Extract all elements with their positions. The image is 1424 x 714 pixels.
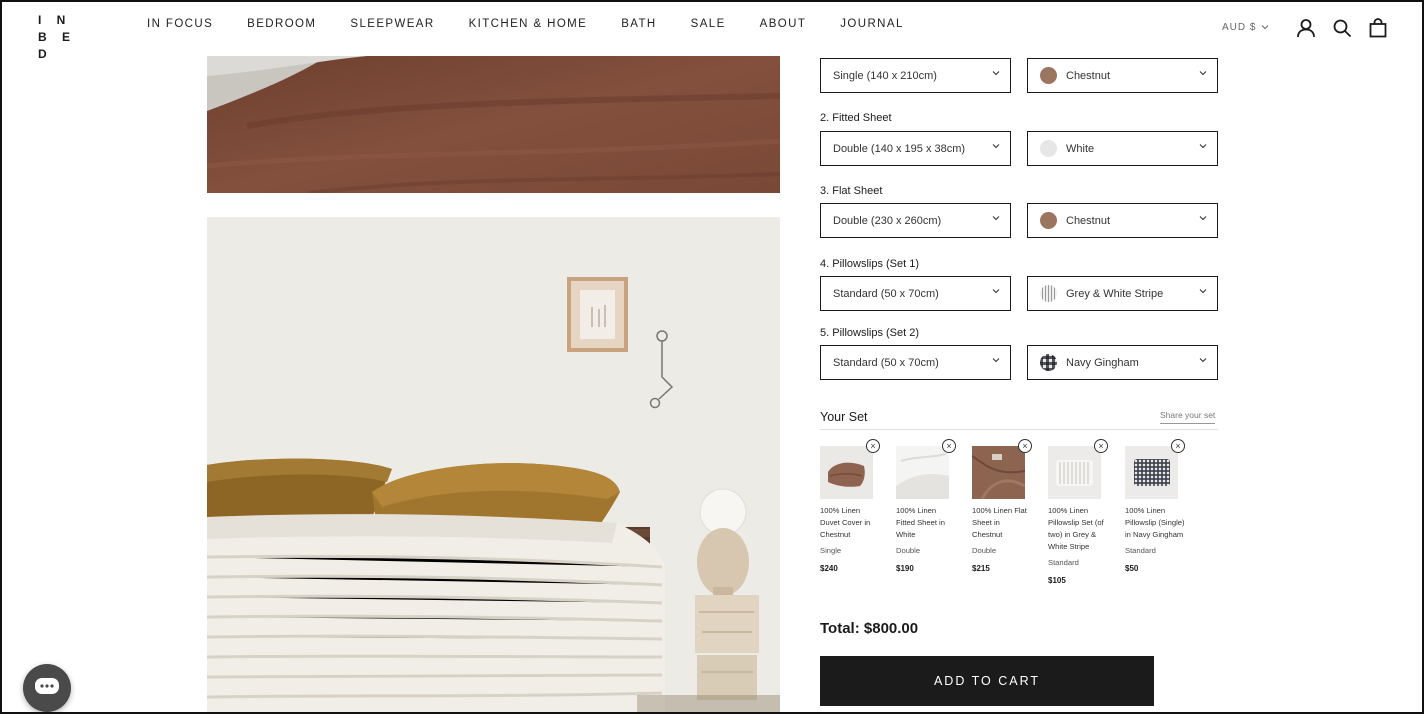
nav-bath[interactable]: BATH (621, 18, 656, 30)
duvet-thumbnail (820, 446, 873, 499)
currency-label: AUD $ (1222, 22, 1257, 33)
fitted-sheet-size-value: Double (140 x 195 x 38cm) (833, 142, 966, 155)
your-set-title: Your Set (820, 410, 868, 424)
chestnut-swatch (1040, 67, 1057, 84)
pillowslips-set2-color-value: Navy Gingham (1066, 356, 1139, 369)
set-item-price: $105 (1048, 576, 1066, 585)
chevron-down-icon (992, 71, 1000, 76)
chevron-down-icon (1199, 144, 1207, 149)
pillowslips-set1-label: 4. Pillowslips (Set 1) (820, 258, 920, 270)
set-item-pillowslip-gingham: × 100% Linen Pillowslip (Single) in Navy… (1125, 439, 1185, 573)
fitted-sheet-thumbnail (896, 446, 949, 499)
chevron-down-icon (992, 358, 1000, 363)
pillowslips-set1-size-select[interactable]: Standard (50 x 70cm) (820, 276, 1011, 311)
chevron-down-icon (1199, 358, 1207, 363)
brand-logo[interactable]: I N B E D (38, 12, 82, 63)
gingham-swatch (1040, 354, 1057, 371)
set-item-name: 100% Linen Fitted Sheet in White (896, 506, 945, 539)
white-swatch (1040, 140, 1057, 157)
chat-icon (35, 678, 59, 694)
chevron-down-icon (1199, 289, 1207, 294)
chevron-down-icon (992, 289, 1000, 294)
flat-sheet-label: 3. Flat Sheet (820, 185, 883, 197)
set-item-size: Double (972, 546, 997, 555)
pillowslips-set1-color-select[interactable]: Grey & White Stripe (1027, 276, 1218, 311)
product-photo-bedroom (207, 217, 780, 714)
gingham-pillowslip-thumbnail (1125, 446, 1178, 499)
fitted-sheet-color-select[interactable]: White (1027, 131, 1218, 166)
set-item-price: $215 (972, 564, 990, 573)
set-item-name: 100% Linen Flat Sheet in Chestnut (972, 506, 1027, 539)
chevron-down-icon (992, 144, 1000, 149)
chestnut-swatch (1040, 212, 1057, 229)
search-icon[interactable] (1332, 18, 1352, 38)
flat-sheet-thumbnail (972, 446, 1025, 499)
set-item-name: 100% Linen Pillowslip Set (of two) in Gr… (1048, 506, 1104, 551)
duvet-size-value: Single (140 x 210cm) (833, 69, 937, 82)
chevron-down-icon (1199, 216, 1207, 221)
pillowslips-set2-label: 5. Pillowslips (Set 2) (820, 327, 920, 339)
share-set-link[interactable]: Share your set (1160, 410, 1216, 424)
set-item-size: Single (820, 546, 842, 555)
set-item-fitted-sheet: × 100% Linen Fitted Sheet in White Doubl… (896, 439, 956, 573)
remove-item-button[interactable]: × (866, 439, 880, 453)
set-item-size: Standard (1125, 546, 1156, 555)
set-item-pillowslip-stripe: × 100% Linen Pillowslip Set (of two) in … (1048, 439, 1108, 585)
nav-journal[interactable]: JOURNAL (840, 18, 903, 30)
remove-item-button[interactable]: × (942, 439, 956, 453)
flat-sheet-size-value: Double (230 x 260cm) (833, 214, 942, 227)
chevron-down-icon (1261, 25, 1269, 30)
add-to-cart-button[interactable]: ADD TO CART (820, 656, 1154, 706)
chat-widget-button[interactable] (23, 664, 71, 712)
set-total: Total: $800.00 (820, 620, 919, 637)
remove-item-button[interactable]: × (1171, 439, 1185, 453)
set-item-size: Double (896, 546, 921, 555)
stripe-pillowslip-thumbnail (1048, 446, 1101, 499)
duvet-color-select[interactable]: Chestnut (1027, 58, 1218, 93)
flat-sheet-color-select[interactable]: Chestnut (1027, 203, 1218, 238)
account-icon[interactable] (1296, 18, 1316, 38)
chevron-down-icon (1199, 71, 1207, 76)
currency-selector[interactable]: AUD $ (1222, 22, 1269, 33)
main-nav: IN FOCUS BEDROOM SLEEPWEAR KITCHEN & HOM… (147, 18, 938, 30)
nav-sleepwear[interactable]: SLEEPWEAR (350, 18, 434, 30)
flat-sheet-size-select[interactable]: Double (230 x 260cm) (820, 203, 1011, 238)
nav-kitchen-home[interactable]: KITCHEN & HOME (469, 18, 588, 30)
flat-sheet-color-value: Chestnut (1066, 214, 1111, 227)
cart-bag-icon[interactable] (1368, 18, 1388, 38)
logo-line-2: B E D (38, 30, 77, 61)
set-item-price: $240 (820, 564, 838, 573)
nav-in-focus[interactable]: IN FOCUS (147, 18, 213, 30)
nav-sale[interactable]: SALE (691, 18, 726, 30)
set-item-price: $50 (1125, 564, 1139, 573)
divider (820, 429, 1218, 430)
site-header: I N B E D IN FOCUS BEDROOM SLEEPWEAR KIT… (0, 0, 1424, 61)
set-item-price: $190 (896, 564, 914, 573)
stripe-swatch (1040, 285, 1057, 302)
pillowslips-set1-size-value: Standard (50 x 70cm) (833, 287, 939, 300)
chevron-down-icon (992, 216, 1000, 221)
remove-item-button[interactable]: × (1094, 439, 1108, 453)
set-item-name: 100% Linen Pillowslip (Single) in Navy G… (1125, 506, 1185, 539)
set-item-size: Standard (1048, 558, 1079, 567)
pillowslips-set1-color-value: Grey & White Stripe (1066, 287, 1164, 300)
fitted-sheet-color-value: White (1066, 142, 1095, 155)
logo-line-1: I N (38, 13, 72, 27)
nav-about[interactable]: ABOUT (760, 18, 807, 30)
pillowslips-set2-color-select[interactable]: Navy Gingham (1027, 345, 1218, 380)
duvet-size-select[interactable]: Single (140 x 210cm) (820, 58, 1011, 93)
duvet-color-value: Chestnut (1066, 69, 1111, 82)
set-item-duvet: × 100% Linen Duvet Cover in Chestnut Sin… (820, 439, 880, 573)
pillowslips-set2-size-select[interactable]: Standard (50 x 70cm) (820, 345, 1011, 380)
product-photo-duvet (207, 56, 780, 193)
remove-item-button[interactable]: × (1018, 439, 1032, 453)
nav-bedroom[interactable]: BEDROOM (247, 18, 316, 30)
pillowslips-set2-size-value: Standard (50 x 70cm) (833, 356, 939, 369)
set-item-flat-sheet: × 100% Linen Flat Sheet in Chestnut Doub… (972, 439, 1032, 573)
set-item-name: 100% Linen Duvet Cover in Chestnut (820, 506, 871, 539)
fitted-sheet-label: 2. Fitted Sheet (820, 112, 892, 124)
fitted-sheet-size-select[interactable]: Double (140 x 195 x 38cm) (820, 131, 1011, 166)
